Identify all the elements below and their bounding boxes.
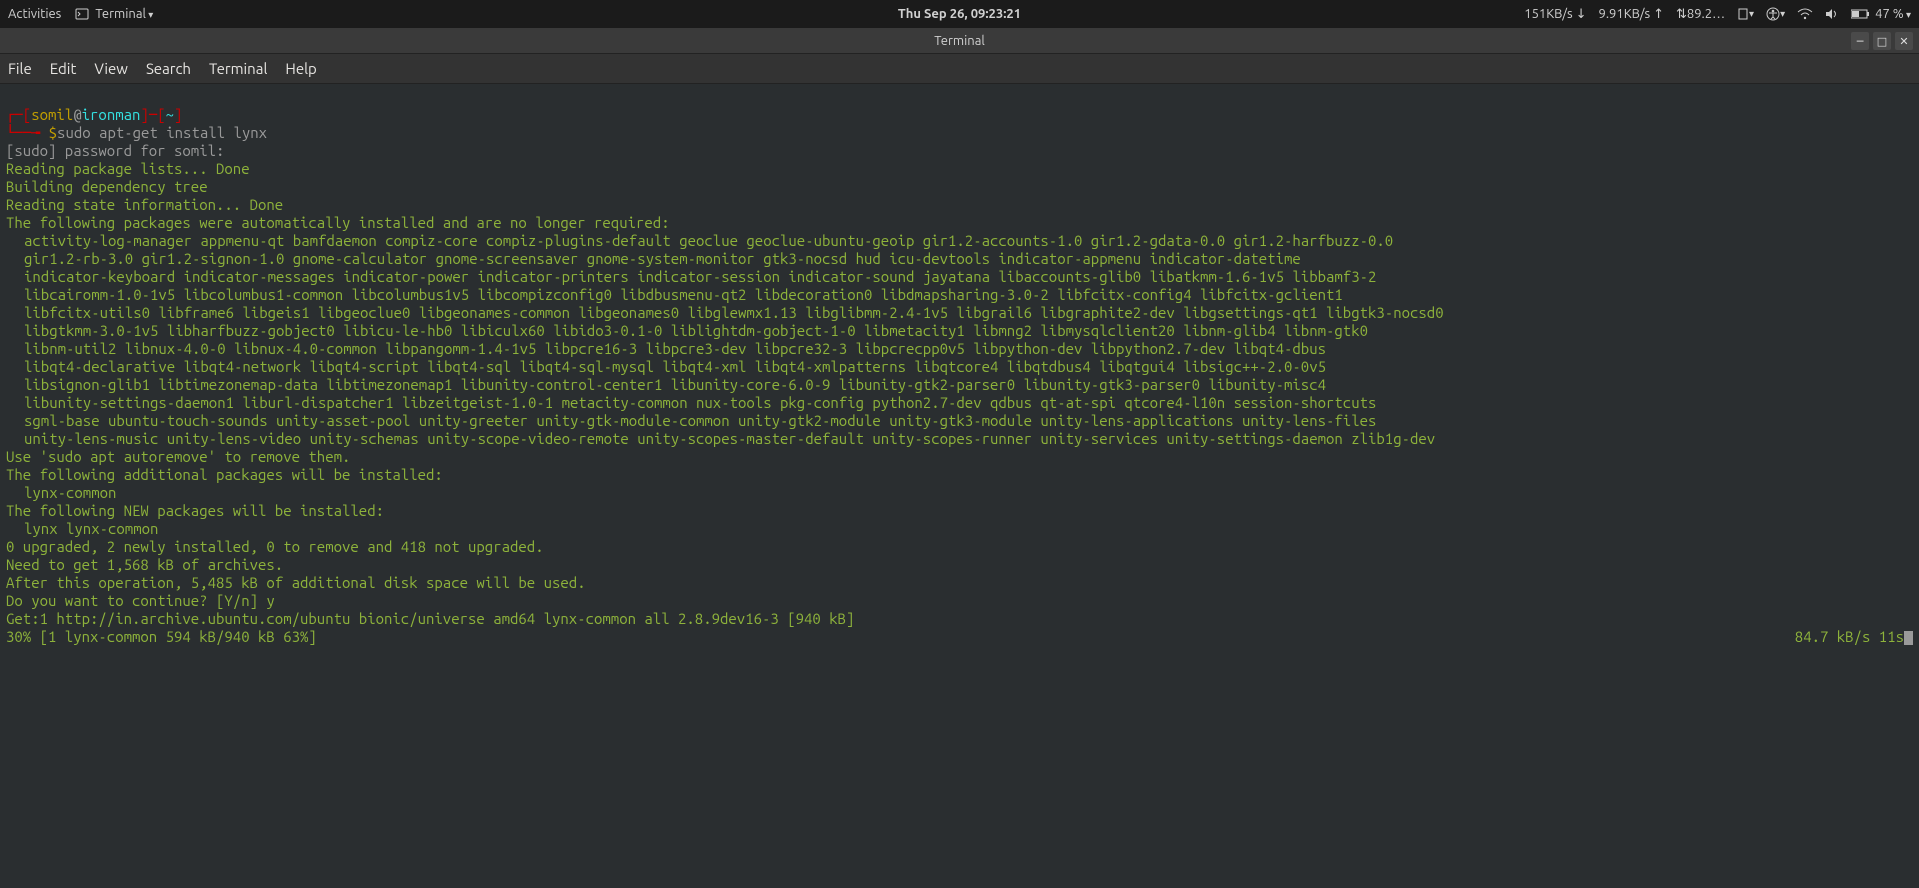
wifi-icon[interactable] [1797,8,1813,20]
gnome-top-panel: Activities Terminal Thu Sep 26, 09:23:21… [0,0,1919,28]
pkg-list-line: unity-lens-music unity-lens-video unity-… [6,430,1913,448]
app-menu[interactable]: Terminal [75,7,153,21]
output-line: Get:1 http://in.archive.ubuntu.com/ubunt… [6,610,854,627]
pkg-list-line: lynx lynx-common [6,520,1913,538]
window-title: Terminal [934,34,985,48]
pkg-list-line: lynx-common [6,484,1913,502]
prompt-user: somil [31,106,73,123]
prompt-host: ironman [82,106,141,123]
clock[interactable]: Thu Sep 26, 09:23:21 [898,7,1021,21]
output-line: The following packages were automaticall… [6,214,670,231]
prompt-line2: └──╼ [6,124,49,141]
net-misc: ⇅89.2… [1676,7,1725,22]
menu-help[interactable]: Help [285,60,316,77]
terminal-menubar: File Edit View Search Terminal Help [0,54,1919,84]
menu-edit[interactable]: Edit [50,60,77,77]
pkg-list-line: libfcitx-utils0 libframe6 libgeis1 libge… [6,304,1913,322]
volume-icon[interactable] [1825,8,1839,20]
output-line: 0 upgraded, 2 newly installed, 0 to remo… [6,538,544,555]
maximize-button[interactable]: □ [1873,32,1891,50]
menu-search[interactable]: Search [146,60,191,77]
pkg-list-line: libunity-settings-daemon1 liburl-dispatc… [6,394,1913,412]
sudo-pw-line: [sudo] password for somil: [6,142,224,159]
output-line: Use 'sudo apt autoremove' to remove them… [6,448,350,465]
app-menu-label: Terminal [95,7,153,21]
battery-icon [1851,9,1871,19]
battery-label: 47 % [1875,7,1911,21]
menu-file[interactable]: File [8,60,32,77]
pkg-list-line: libnm-util2 libnux-4.0-0 libnux-4.0-comm… [6,340,1913,358]
accessibility-icon[interactable] [1766,7,1785,21]
prompt-cwd: ~ [166,106,174,123]
prompt-frame-mid: ]─[ [140,106,165,123]
output-line: Need to get 1,568 kB of archives. [6,556,283,573]
prompt-frame-open: ┌─[ [6,106,31,123]
clipboard-icon[interactable] [1737,8,1754,20]
pkg-list-line: libgtkmm-3.0-1v5 libharfbuzz-gobject0 li… [6,322,1913,340]
terminal-icon [75,7,89,21]
pkg-list-line: libqt4-declarative libqt4-network libqt4… [6,358,1913,376]
net-up: 9.91KB/s ↑ [1599,7,1664,22]
activities-button[interactable]: Activities [8,7,61,21]
output-line: Reading package lists... Done [6,160,250,177]
pkg-list-line: libsignon-glib1 libtimezonemap-data libt… [6,376,1913,394]
progress-right: 84.7 kB/s 11s [1795,628,1913,646]
prompt-frame-end: ] [174,106,182,123]
battery-indicator[interactable]: 47 % [1851,7,1911,21]
cursor [1904,631,1913,645]
output-line: After this operation, 5,485 kB of additi… [6,574,586,591]
window-title-bar: Terminal ─ □ ✕ [0,28,1919,54]
pkg-list-line: gir1.2-rb-3.0 gir1.2-signon-1.0 gnome-ca… [6,250,1913,268]
continue-prompt: Do you want to continue? [Y/n] y [6,592,275,609]
output-line: The following additional packages will b… [6,466,443,483]
close-button[interactable]: ✕ [1895,32,1913,50]
output-line: The following NEW packages will be insta… [6,502,384,519]
command-text: sudo apt-get install lynx [57,124,267,141]
net-down: 151KB/s ↓ [1524,7,1586,22]
progress-left: 30% [1 lynx-common 594 kB/940 kB 63%] [6,628,317,646]
pkg-list-line: libcairomm-1.0-1v5 libcolumbus1-common l… [6,286,1913,304]
prompt-dollar: $ [49,124,57,141]
terminal-viewport[interactable]: ┌─[somil@ironman]─[~] └──╼ $sudo apt-get… [0,84,1919,888]
output-line: Reading state information... Done [6,196,283,213]
minimize-button[interactable]: ─ [1851,32,1869,50]
prompt-at: @ [73,106,81,123]
menu-terminal[interactable]: Terminal [209,60,267,77]
pkg-list-line: sgml-base ubuntu-touch-sounds unity-asse… [6,412,1913,430]
output-line: Building dependency tree [6,178,208,195]
pkg-list-line: indicator-keyboard indicator-messages in… [6,268,1913,286]
pkg-list-line: activity-log-manager appmenu-qt bamfdaem… [6,232,1913,250]
menu-view[interactable]: View [94,60,128,77]
